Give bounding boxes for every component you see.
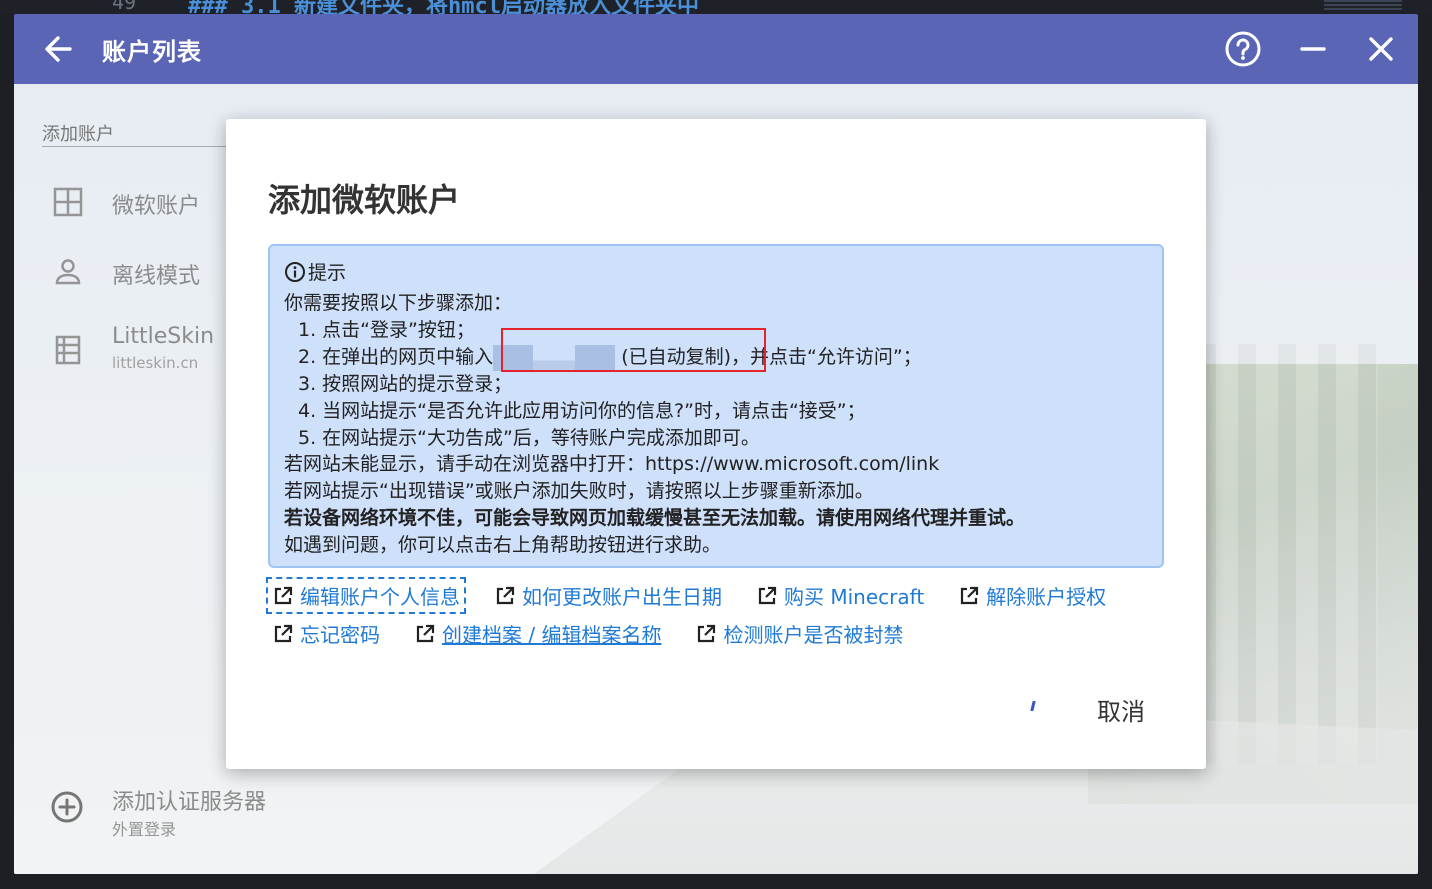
hint-step-2-prefix: 2. 在弹出的网页中输入: [298, 346, 494, 368]
loading-spinner-icon: [1030, 701, 1036, 711]
change-birthdate-link[interactable]: 如何更改账户出生日期: [490, 579, 726, 612]
create-profile-link[interactable]: 创建档案 / 编辑档案名称: [410, 617, 665, 650]
link-label: 如何更改账户出生日期: [522, 585, 722, 609]
hint-heading-text: 提示: [308, 262, 347, 284]
external-link-icon: [758, 586, 777, 604]
link-label: 解除账户授权: [986, 585, 1107, 609]
edit-profile-link[interactable]: 编辑账户个人信息: [266, 577, 466, 614]
external-link-icon: [961, 586, 979, 604]
external-link-icon: [698, 624, 716, 642]
hint-step-4: 4. 当网站提示“是否允许此应用访问你的信息?”时，请点击“接受”；: [298, 400, 866, 422]
help-circle-icon[interactable]: [1224, 30, 1262, 68]
links-row-1: 编辑账户个人信息 如何更改账户出生日期 购买 Minecraft 解除账户授权: [266, 577, 1136, 614]
arrow-left-icon[interactable]: [40, 31, 76, 67]
editor-line-number: 49: [112, 0, 137, 14]
external-link-icon: [496, 586, 515, 604]
revoke-authorization-link[interactable]: 解除账户授权: [954, 579, 1110, 612]
external-link-icon: [274, 624, 293, 642]
link-label: 忘记密码: [300, 623, 380, 647]
external-link-icon: [274, 586, 293, 604]
add-microsoft-account-dialog: 添加微软账户 提示 你需要按照以下步骤添加： 1. 点击“登录”按钮； 2. 在…: [226, 119, 1206, 769]
cancel-button[interactable]: 取消: [1076, 687, 1166, 731]
close-icon[interactable]: [1364, 32, 1398, 66]
title-bar: 账户列表: [14, 14, 1418, 84]
hint-help: 如遇到问题，你可以点击右上角帮助按钮进行求助。: [284, 534, 722, 556]
minimize-icon[interactable]: [1296, 32, 1330, 66]
link-label: 编辑账户个人信息: [300, 585, 460, 609]
hint-manual-link: 若网站未能显示，请手动在浏览器中打开：https://www.microsoft…: [284, 453, 940, 475]
forgot-password-link[interactable]: 忘记密码: [268, 617, 384, 650]
external-link-icon: [416, 624, 435, 642]
check-ban-link[interactable]: 检测账户是否被封禁: [691, 617, 907, 650]
link-label: 创建档案 / 编辑档案名称: [442, 623, 662, 647]
dialog-title: 添加微软账户: [268, 181, 461, 219]
editor-minimap: [1324, 0, 1402, 12]
link-label: 购买 Minecraft: [784, 585, 925, 609]
hint-network-warning: 若设备网络环境不佳，可能会导致网页加载缓慢甚至无法加载。请使用网络代理并重试。: [284, 507, 1026, 529]
editor-background: 49 ### 3.1 新建文件夹，将hmcl启动器放入文件夹中: [0, 0, 1432, 14]
page-title: 账户列表: [102, 38, 202, 66]
buy-minecraft-link[interactable]: 购买 Minecraft: [752, 579, 928, 612]
links-row-2: 忘记密码 创建档案 / 编辑档案名称 检测账户是否被封禁: [268, 617, 933, 650]
app-window: 账户列表 添加账户 微软账户 离线模式 LittleSkin littleski…: [14, 14, 1418, 874]
hint-error: 若网站提示“出现错误”或账户添加失败时，请按照以上步骤重新添加。: [284, 480, 874, 502]
info-icon: [285, 261, 305, 282]
hint-step-5: 5. 在网站提示“大功告成”后，等待账户完成添加即可。: [298, 427, 760, 449]
link-label: 检测账户是否被封禁: [723, 623, 904, 647]
hint-box: 提示 你需要按照以下步骤添加： 1. 点击“登录”按钮； 2. 在弹出的网页中输…: [268, 244, 1164, 568]
hint-step-1: 1. 点击“登录”按钮；: [298, 319, 475, 341]
highlight-box: [501, 328, 766, 372]
hint-intro: 你需要按照以下步骤添加：: [284, 292, 513, 314]
editor-heading-text: ### 3.1 新建文件夹，将hmcl启动器放入文件夹中: [188, 0, 699, 14]
hint-heading: 提示: [284, 258, 346, 285]
hint-step-3: 3. 按照网站的提示登录；: [298, 373, 513, 395]
